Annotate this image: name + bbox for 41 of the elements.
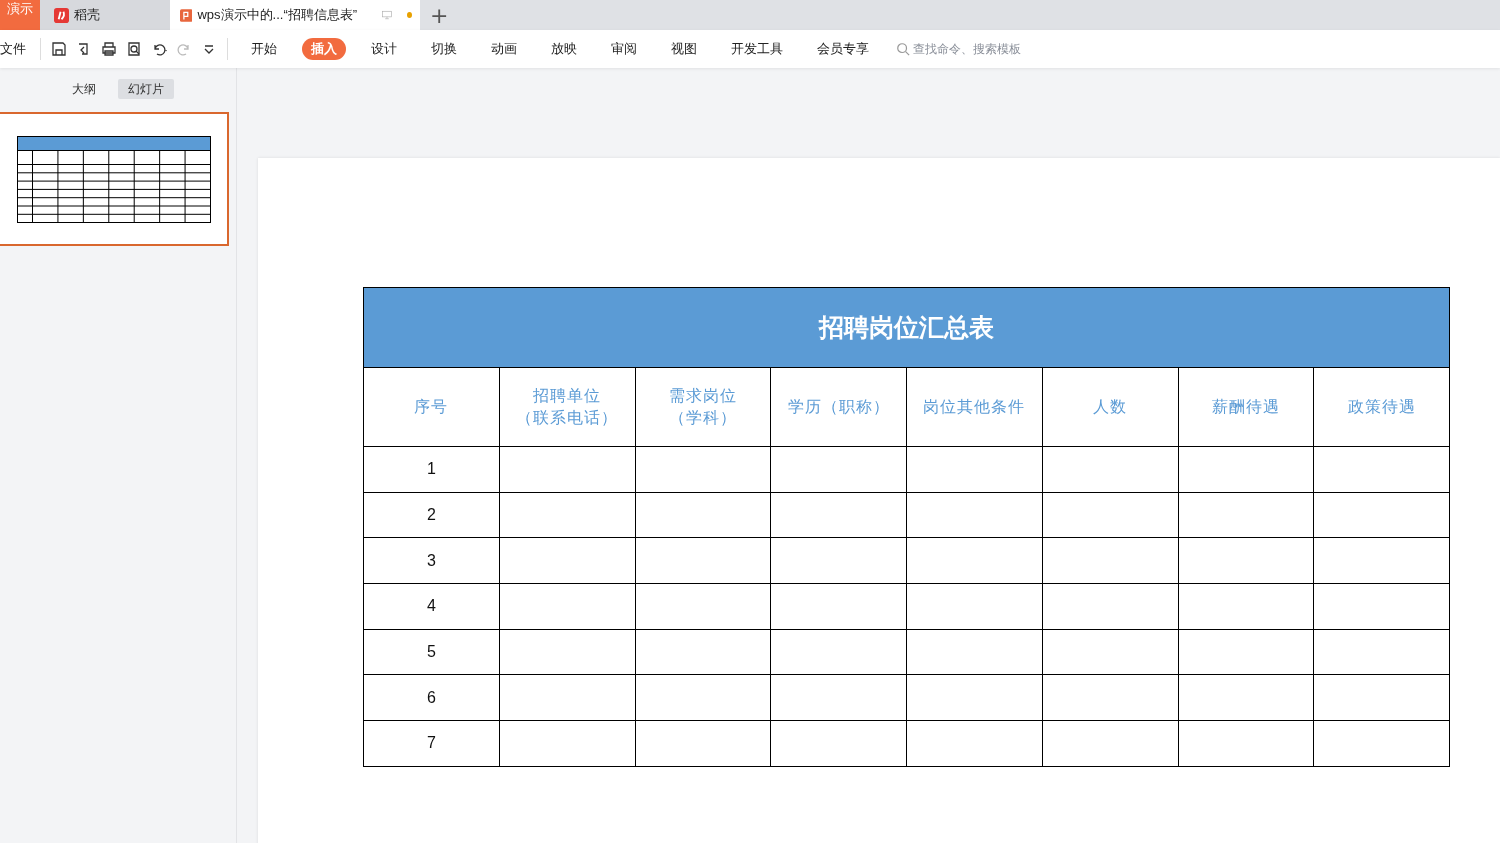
column-header: 人数: [1092, 396, 1129, 417]
column-header: 招聘单位: [532, 385, 603, 406]
search-icon[interactable]: [896, 42, 910, 56]
column-header: 需求岗位: [667, 385, 738, 406]
presentation-logo-icon[interactable]: [180, 7, 193, 23]
ribbon-tab[interactable]: 开始: [242, 38, 286, 60]
ribbon-tab[interactable]: 开发工具: [722, 38, 792, 60]
row-number: 2: [363, 492, 500, 538]
print-icon[interactable]: [101, 41, 117, 57]
panel-tab[interactable]: 幻灯片: [118, 79, 174, 99]
row-number: 6: [363, 674, 500, 721]
undo-icon[interactable]: [151, 41, 167, 57]
column-header: 政策待遇: [1346, 396, 1417, 417]
panel-tab[interactable]: 大纲: [62, 79, 106, 99]
slide-thumbnail[interactable]: [0, 112, 229, 246]
row-number: 5: [363, 629, 500, 675]
new-tab-button[interactable]: +: [420, 0, 459, 30]
ribbon-tab[interactable]: 设计: [362, 38, 406, 60]
ribbon-tab[interactable]: 动画: [482, 38, 526, 60]
table-title: 招聘岗位汇总表: [363, 287, 1450, 368]
column-header: （联系电话）: [515, 408, 620, 428]
row-number: 7: [363, 720, 500, 767]
save-icon[interactable]: [51, 41, 67, 57]
ribbon-tab[interactable]: 审阅: [602, 38, 646, 60]
ribbon-tab[interactable]: 视图: [662, 38, 706, 60]
tab[interactable]: wps演示中的...“招聘信息表”: [170, 0, 420, 30]
row-number: 1: [363, 446, 500, 493]
column-header: （学科）: [667, 408, 738, 428]
print-preview-icon[interactable]: [126, 41, 142, 57]
ribbon-tab[interactable]: 切换: [422, 38, 466, 60]
file-menu[interactable]: 文件: [0, 40, 34, 58]
ribbon-tab[interactable]: 放映: [542, 38, 586, 60]
row-number: 4: [363, 583, 500, 630]
column-header: 学历（职称）: [786, 396, 891, 417]
row-number: 3: [363, 537, 500, 584]
ribbon-tab[interactable]: 会员专享: [808, 38, 878, 60]
column-header: 序号: [413, 396, 450, 417]
column-header: 岗位其他条件: [922, 396, 1027, 417]
flame-logo-icon[interactable]: [54, 7, 69, 23]
column-header: 薪酬待遇: [1210, 396, 1281, 417]
tab[interactable]: 稻壳: [40, 0, 170, 30]
